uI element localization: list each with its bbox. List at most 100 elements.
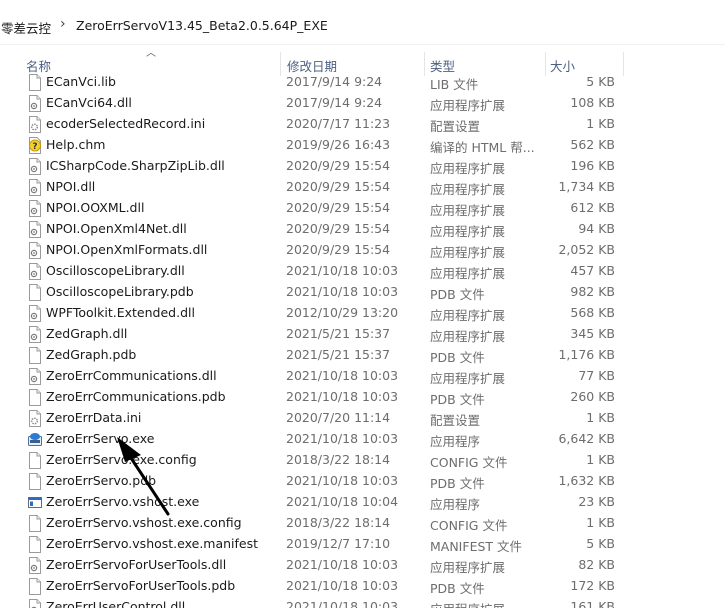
file-row[interactable]: NPOI.OpenXml4Net.dll 2020/9/29 15:54 应用程序扩… [0,219,725,240]
file-type: 应用程序 [430,434,481,449]
file-size: 1 KB [586,515,615,530]
file-name: ZeroErrData.ini [46,410,142,425]
file-name: ICSharpCode.SharpZipLib.dll [46,158,225,173]
breadcrumb-folder[interactable]: ZeroErrServoV13.45_Beta2.0.5.64P_EXE [76,18,328,33]
file-name: NPOI.OpenXmlFormats.dll [46,242,208,257]
file-date: 2020/7/17 11:23 [286,116,391,131]
file-date: 2021/10/18 10:03 [286,368,399,383]
file-row[interactable]: NPOI.dll 2020/9/29 15:54 应用程序扩展 1,734 KB [0,177,725,198]
file-row[interactable]: ECanVci.lib 2017/9/14 9:24 LIB 文件 5 KB [0,72,725,93]
file-type: 应用程序扩展 [430,182,506,197]
file-date: 2021/10/18 10:03 [286,389,399,404]
file-row[interactable]: ZeroErrData.ini 2020/7/20 11:14 配置设置 1 KB [0,408,725,429]
file-row[interactable]: ECanVci64.dll 2017/9/14 9:24 应用程序扩展 108 KB [0,93,725,114]
file-row[interactable]: ZeroErrCommunications.pdb 2021/10/18 10:0… [0,387,725,408]
file-row[interactable]: ZeroErrUserControl.dll 2021/10/18 10:03 应用… [0,597,725,608]
file-size: 1,176 KB [558,347,615,362]
dll-icon [28,305,42,322]
file-date: 2021/10/18 10:03 [286,578,399,593]
file-row[interactable]: ZeroErrServo.exe.config 2018/3/22 18:14 CO… [0,450,725,471]
file-type: 应用程序扩展 [430,599,505,608]
file-row[interactable]: NPOI.OOXML.dll 2020/9/29 15:54 应用程序扩展 612 K… [0,198,725,219]
file-name: ZeroErrUserControl.dll [46,599,186,608]
file-type: PDB 文件 [430,476,485,491]
file-date: 2020/9/29 15:54 [286,200,391,215]
file-name: ZeroErrServo.vshost.exe [46,494,200,509]
dll-icon [28,179,42,196]
file-icon [28,347,42,364]
ini-icon [28,410,42,427]
file-row[interactable]: OscilloscopeLibrary.dll 2021/10/18 10:03 应… [0,261,725,282]
svg-text:?: ? [32,142,37,152]
file-size: 108 KB [570,95,615,110]
file-date: 2021/10/18 10:03 [286,599,399,608]
file-row[interactable]: ZeroErrServo.exe 2021/10/18 10:03 应用程序 6,64… [0,429,725,450]
file-icon [28,452,42,469]
file-size: 1 KB [586,410,615,425]
file-name: ZeroErrServo.exe.config [46,452,197,467]
divider [0,44,725,45]
dll-icon [28,557,42,574]
file-name: ZeroErrServoForUserTools.dll [46,557,227,572]
file-row[interactable]: ZedGraph.dll 2021/5/21 15:37 应用程序扩展 345 KB [0,324,725,345]
file-date: 2021/10/18 10:03 [286,557,399,572]
file-row[interactable]: ZeroErrServo.pdb 2021/10/18 10:03 PDB 文件 1,… [0,471,725,492]
file-type: 配置设置 [430,413,481,428]
address-bar[interactable]: 零差云控 › ZeroErrServoV13.45_Beta2.0.5.64P_… [0,0,725,44]
file-row[interactable]: ZedGraph.pdb 2021/5/21 15:37 PDB 文件 1,176 K… [0,345,725,366]
app-icon [28,431,42,448]
file-icon [28,536,42,553]
file-size: 172 KB [570,578,615,593]
file-date: 2018/3/22 18:14 [286,452,391,467]
file-date: 2017/9/14 9:24 [286,74,383,89]
file-type: 应用程序 [430,497,481,512]
file-name: ZeroErrServo.pdb [46,473,157,488]
file-row[interactable]: WPFToolkit.Extended.dll 2012/10/29 13:20 应… [0,303,725,324]
file-row[interactable]: ZeroErrServoForUserTools.dll 2021/10/18 1… [0,555,725,576]
file-size: 77 KB [578,368,615,383]
file-row[interactable]: OscilloscopeLibrary.pdb 2021/10/18 10:03 P… [0,282,725,303]
dll-icon [28,200,42,217]
dll-icon [28,368,42,385]
file-size: 1 KB [586,452,615,467]
file-type: 应用程序扩展 [430,329,506,344]
file-name: NPOI.OOXML.dll [46,200,145,215]
file-icon [28,284,42,301]
file-size: 5 KB [586,536,615,551]
file-row[interactable]: ? Help.chm 2019/9/26 16:43 编译的 HTML 帮... 562… [0,135,725,156]
file-type: PDB 文件 [430,392,485,407]
file-size: 2,052 KB [558,242,615,257]
file-date: 2019/9/26 16:43 [286,137,391,152]
dll-icon [28,326,42,343]
dll-icon [28,599,42,608]
file-type: LIB 文件 [430,77,479,92]
window-app-icon [28,494,42,511]
file-type: 应用程序扩展 [430,245,506,260]
dll-icon [28,221,42,238]
file-type: 应用程序扩展 [430,371,506,386]
file-date: 2021/10/18 10:04 [286,494,399,509]
file-row[interactable]: ZeroErrServo.vshost.exe.config 2018/3/22 … [0,513,725,534]
file-type: PDB 文件 [430,581,485,596]
file-type: CONFIG 文件 [430,455,508,470]
file-date: 2020/9/29 15:54 [286,221,391,236]
file-date: 2019/12/7 17:10 [286,536,391,551]
file-row[interactable]: ZeroErrServoForUserTools.pdb 2021/10/18 1… [0,576,725,597]
file-row[interactable]: NPOI.OpenXmlFormats.dll 2020/9/29 15:54 应用… [0,240,725,261]
file-name: ZeroErrServo.vshost.exe.config [46,515,242,530]
file-name: NPOI.dll [46,179,96,194]
file-type: 编译的 HTML 帮... [430,140,535,155]
file-type: 应用程序扩展 [430,308,506,323]
file-size: 345 KB [570,326,615,341]
file-row[interactable]: ZeroErrServo.vshost.exe 2021/10/18 10:04 应… [0,492,725,513]
breadcrumb-root[interactable]: 零差云控 [1,18,51,37]
chevron-right-icon[interactable]: › [60,16,66,32]
file-date: 2021/10/18 10:03 [286,263,399,278]
file-date: 2020/9/29 15:54 [286,179,391,194]
file-row[interactable]: ecoderSelectedRecord.ini 2020/7/17 11:23 配… [0,114,725,135]
file-row[interactable]: ZeroErrServo.vshost.exe.manifest 2019/12/… [0,534,725,555]
file-type: 应用程序扩展 [430,266,506,281]
file-row[interactable]: ZeroErrCommunications.dll 2021/10/18 10:0… [0,366,725,387]
file-row[interactable]: ICSharpCode.SharpZipLib.dll 2020/9/29 15:… [0,156,725,177]
dll-icon [28,263,42,280]
